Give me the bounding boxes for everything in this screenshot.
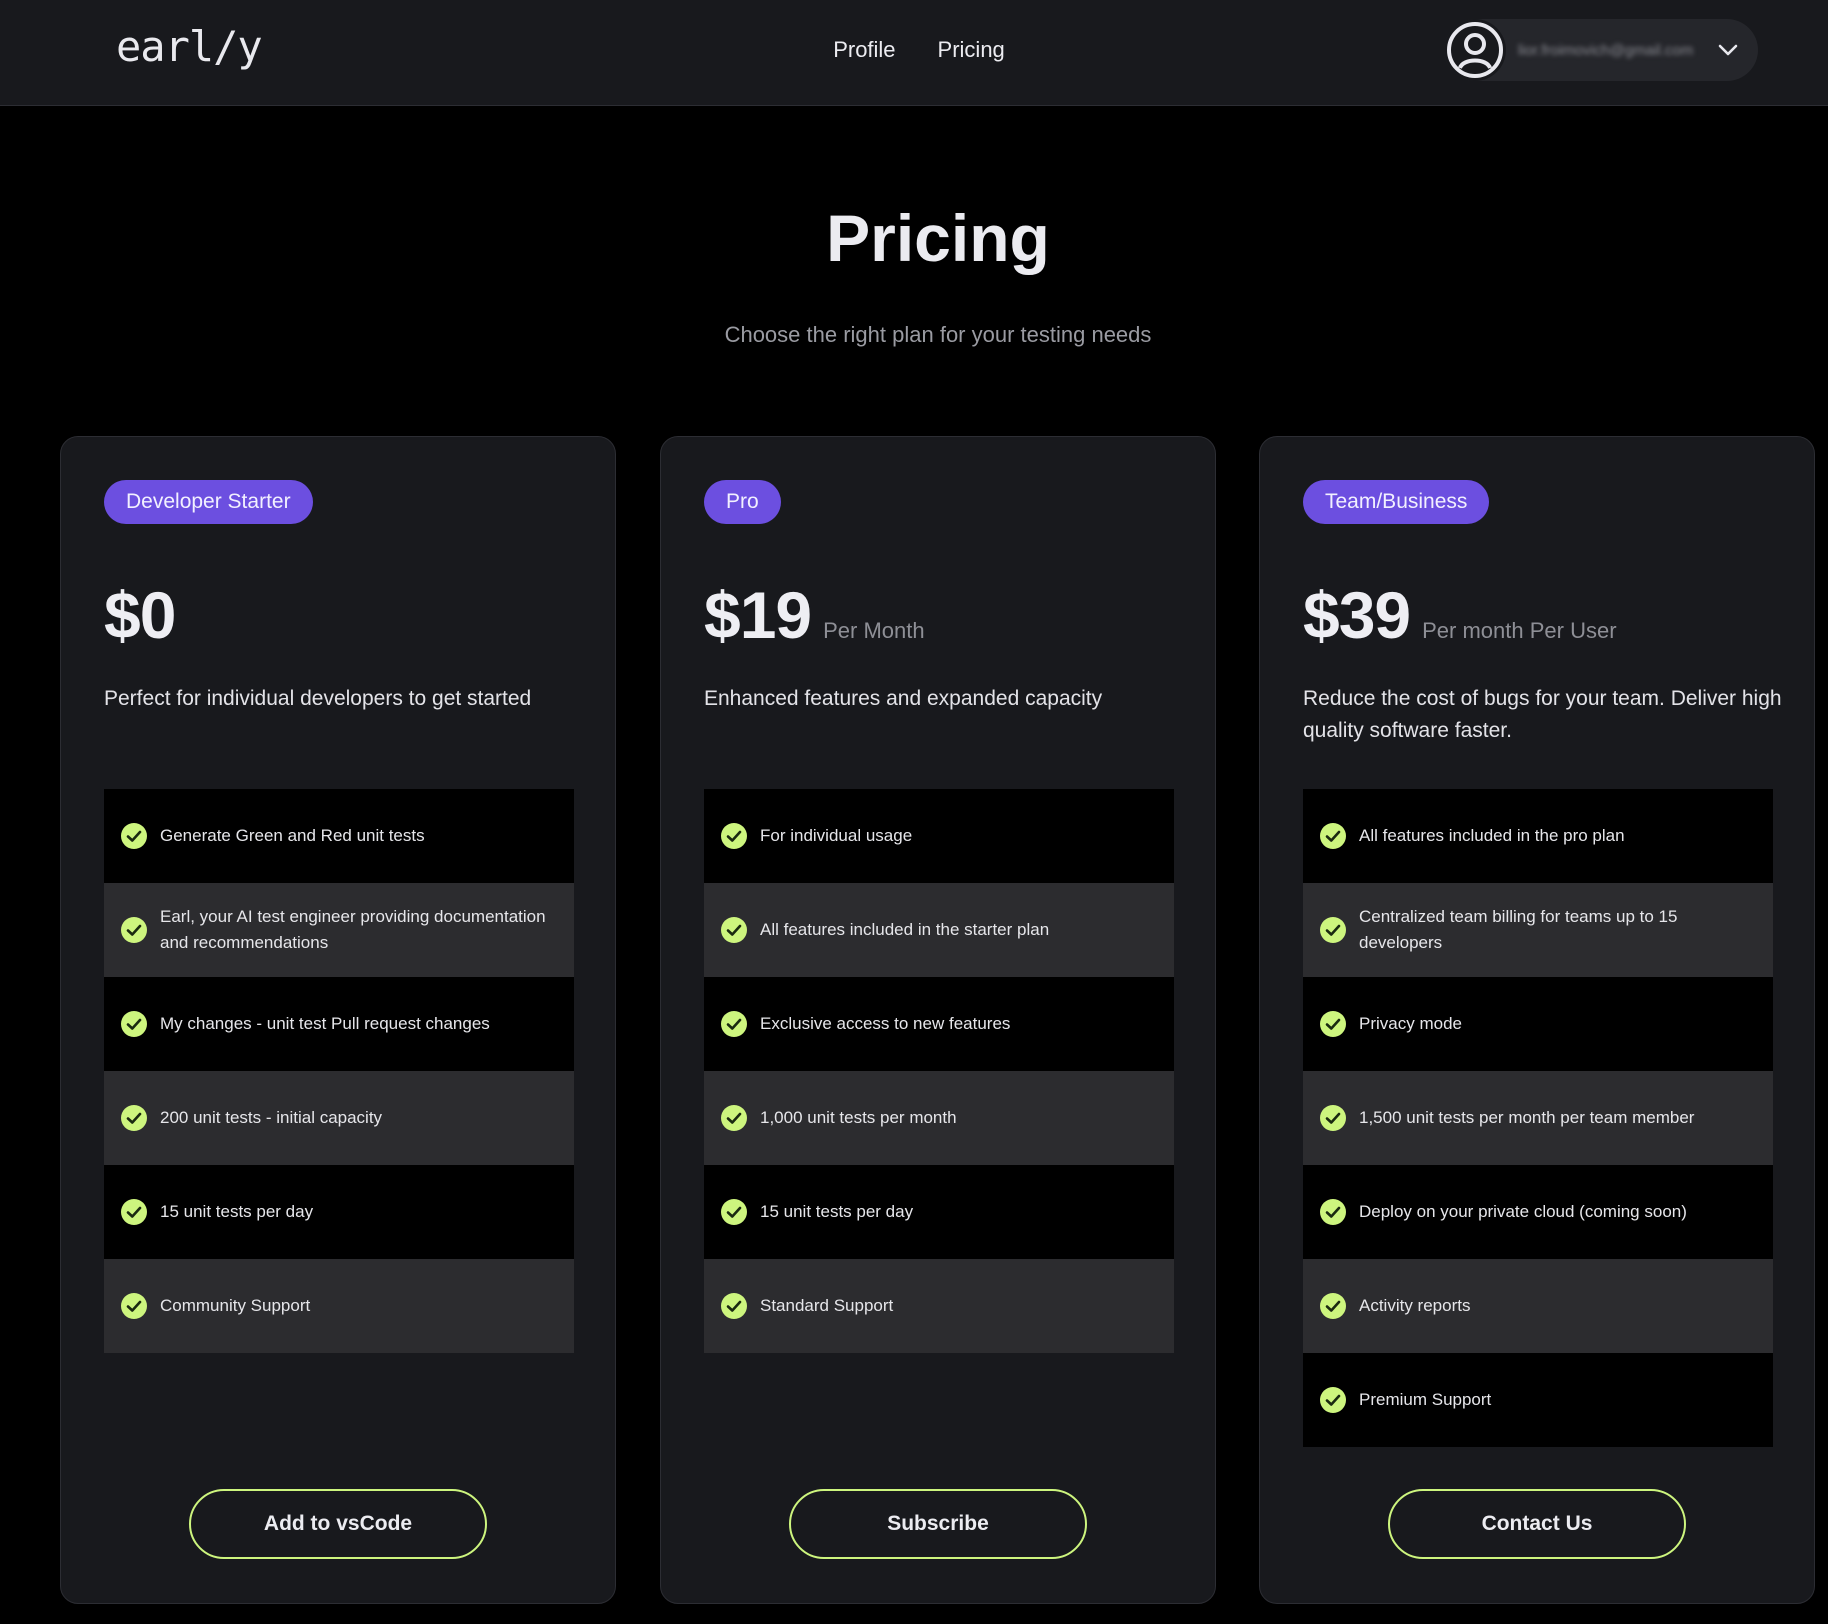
check-circle-icon <box>121 1105 147 1131</box>
check-circle-icon <box>1320 1011 1346 1037</box>
feature-text: All features included in the starter pla… <box>760 920 1050 939</box>
check-circle-icon <box>121 917 147 943</box>
plan-description: Reduce the cost of bugs for your team. D… <box>1303 687 1782 742</box>
plan-card-starter: Developer Starter $0 Perfect for individ… <box>60 436 616 1604</box>
user-menu-button[interactable]: lior.froimovich@gmail.com <box>1444 19 1758 81</box>
plan-badge: Developer Starter <box>104 480 313 524</box>
plan-description: Enhanced features and expanded capacity <box>704 687 1103 710</box>
price-row: $39 Per month Per User <box>1303 577 1617 653</box>
contact-us-button[interactable]: Contact Us <box>1388 1489 1686 1559</box>
plan-price: $39 <box>1303 578 1411 652</box>
price-row: $19 Per Month <box>704 577 925 653</box>
feature-text: For individual usage <box>760 826 913 845</box>
add-to-vscode-button[interactable]: Add to vsCode <box>189 1489 487 1559</box>
feature-item: All features included in the pro plan <box>1303 789 1773 883</box>
check-circle-icon <box>1320 1199 1346 1225</box>
check-circle-icon <box>1320 1387 1346 1413</box>
check-circle-icon <box>721 1293 747 1319</box>
plan-badge: Pro <box>704 480 781 524</box>
feature-text: Generate Green and Red unit tests <box>160 826 425 845</box>
feature-text: All features included in the pro plan <box>1359 826 1625 845</box>
feature-item: 200 unit tests - initial capacity <box>104 1071 574 1165</box>
price-row: $0 <box>104 577 187 653</box>
check-circle-icon <box>121 1011 147 1037</box>
feature-item: Earl, your AI test engineer providing do… <box>104 883 574 977</box>
feature-item: Centralized team billing for teams up to… <box>1303 883 1773 977</box>
nav-link-profile[interactable]: Profile <box>833 37 895 63</box>
page-title: Pricing <box>826 201 1050 275</box>
user-circle-icon <box>1444 19 1506 81</box>
nav-link-pricing[interactable]: Pricing <box>938 37 1005 63</box>
check-circle-icon <box>721 1011 747 1037</box>
feature-item: All features included in the starter pla… <box>704 883 1174 977</box>
feature-text: Community Support <box>160 1296 311 1315</box>
subscribe-button[interactable]: Subscribe <box>789 1489 1087 1559</box>
feature-item: My changes - unit test Pull request chan… <box>104 977 574 1071</box>
feature-item: Activity reports <box>1303 1259 1773 1353</box>
feature-text: Standard Support <box>760 1296 894 1315</box>
plan-description: Perfect for individual developers to get… <box>104 687 532 710</box>
feature-text: 1,500 unit tests per month per team memb… <box>1359 1108 1695 1127</box>
feature-item: Exclusive access to new features <box>704 977 1174 1071</box>
plan-period: Per Month <box>823 618 925 643</box>
feature-item: Premium Support <box>1303 1353 1773 1447</box>
feature-text: Deploy on your private cloud (coming soo… <box>1359 1202 1687 1221</box>
user-email: lior.froimovich@gmail.com <box>1518 41 1694 59</box>
check-circle-icon <box>1320 1293 1346 1319</box>
top-navbar: earl/y Profile Pricing lior.froimovich@g… <box>0 0 1828 106</box>
check-circle-icon <box>1320 917 1346 943</box>
feature-text: 1,000 unit tests per month <box>760 1108 957 1127</box>
feature-text: Exclusive access to new features <box>760 1014 1011 1033</box>
check-circle-icon <box>1320 1105 1346 1131</box>
plan-card-team: Team/Business $39 Per month Per User Red… <box>1259 436 1815 1604</box>
feature-item: Standard Support <box>704 1259 1174 1353</box>
plan-price: $19 <box>704 578 812 652</box>
check-circle-icon <box>121 1293 147 1319</box>
feature-item: Deploy on your private cloud (coming soo… <box>1303 1165 1773 1259</box>
feature-text: My changes - unit test Pull request chan… <box>160 1014 490 1033</box>
check-circle-icon <box>721 823 747 849</box>
feature-item: 1,000 unit tests per month <box>704 1071 1174 1165</box>
check-circle-icon <box>121 823 147 849</box>
plan-price: $0 <box>104 578 176 652</box>
check-circle-icon <box>721 1105 747 1131</box>
feature-item: 15 unit tests per day <box>104 1165 574 1259</box>
plan-badge: Team/Business <box>1303 480 1490 524</box>
feature-text: Premium Support <box>1359 1390 1492 1409</box>
feature-item: Generate Green and Red unit tests <box>104 789 574 883</box>
feature-item: For individual usage <box>704 789 1174 883</box>
feature-text: Privacy mode <box>1359 1014 1462 1033</box>
feature-text: Activity reports <box>1359 1296 1471 1315</box>
check-circle-icon <box>1320 823 1346 849</box>
feature-text: Earl, your AI test engineer providing do… <box>160 907 546 952</box>
feature-item: 15 unit tests per day <box>704 1165 1174 1259</box>
feature-item: 1,500 unit tests per month per team memb… <box>1303 1071 1773 1165</box>
check-circle-icon <box>721 1199 747 1225</box>
feature-item: Community Support <box>104 1259 574 1353</box>
feature-list: For individual usage All features include… <box>704 789 1174 1353</box>
plan-card-pro: Pro $19 Per Month Enhanced features and … <box>660 436 1216 1604</box>
feature-text: 200 unit tests - initial capacity <box>160 1108 383 1127</box>
feature-text: Centralized team billing for teams up to… <box>1359 907 1678 952</box>
check-circle-icon <box>121 1199 147 1225</box>
feature-list: Generate Green and Red unit tests Earl, y… <box>104 789 574 1353</box>
feature-list: All features included in the pro plan Cen… <box>1303 789 1773 1447</box>
plan-period: Per month Per User <box>1422 618 1617 643</box>
feature-text: 15 unit tests per day <box>760 1202 914 1221</box>
check-circle-icon <box>721 917 747 943</box>
feature-text: 15 unit tests per day <box>160 1202 314 1221</box>
page-subtitle: Choose the right plan for your testing n… <box>724 322 1152 347</box>
chevron-down-icon <box>1716 38 1740 62</box>
feature-item: Privacy mode <box>1303 977 1773 1071</box>
